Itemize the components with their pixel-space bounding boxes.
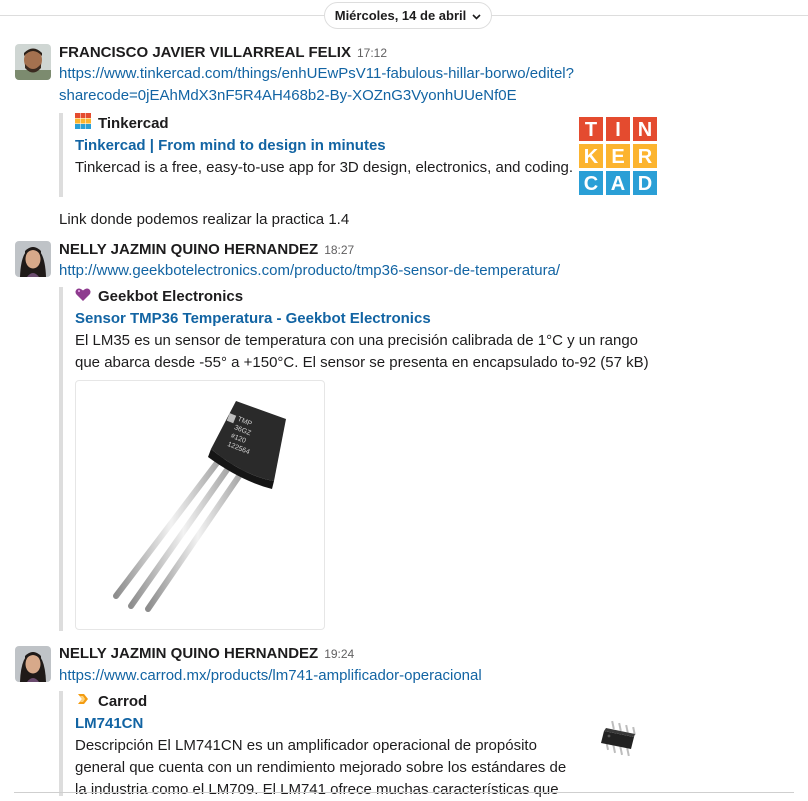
tinkercad-logo-letter: K bbox=[584, 146, 599, 168]
attachment-description-text: que abarca desde -55° a +150°C. El senso… bbox=[75, 354, 649, 371]
attachment-description: Tinkercad is a free, easy-to-use app for… bbox=[75, 159, 574, 176]
message-timestamp[interactable]: 17:12 bbox=[357, 46, 387, 60]
attachment-description-line3: la industria como el LM709. El LM741 ofr… bbox=[75, 781, 559, 798]
link-attachment-carrod: Carrod LM741CN Descripción El LM741CN es… bbox=[59, 691, 663, 798]
attachment-title-link[interactable]: LM741CN bbox=[75, 713, 575, 735]
author-name[interactable]: FRANCISCO JAVIER VILLARREAL FELIX bbox=[59, 44, 351, 61]
composer-top-border bbox=[14, 792, 794, 793]
attachment-title-link[interactable]: Sensor TMP36 Temperatura - Geekbot Elect… bbox=[75, 308, 660, 330]
date-divider-label: Miércoles, 14 de abril bbox=[334, 8, 467, 23]
attachment-description-line2: general que cuenta con un rendimiento me… bbox=[75, 759, 567, 776]
carrod-favicon-icon bbox=[75, 691, 91, 711]
avatar[interactable] bbox=[15, 44, 51, 80]
attachment-service: Geekbot Electronics bbox=[75, 287, 660, 306]
message-author[interactable]: NELLY JAZMIN QUINO HERNANDEZ 19:24 bbox=[59, 645, 354, 662]
attachment-service: Tinkercad bbox=[75, 113, 573, 133]
message-link[interactable]: https://www.carrod.mx/products/lm741-amp… bbox=[59, 665, 619, 687]
attachment-description-line1: Descripción El LM741CN es un amplificado… bbox=[75, 737, 537, 754]
message-timestamp[interactable]: 18:27 bbox=[324, 243, 354, 257]
attachment-image-tmp36[interactable]: TMP 36GZ #120 122564 bbox=[75, 380, 325, 630]
carrod-link[interactable]: https://www.carrod.mx/products/lm741-amp… bbox=[59, 667, 482, 684]
tinkercad-link-line2[interactable]: sharecode=0jEAhMdX3nF5R4AH468b2-By-XOZnG… bbox=[59, 87, 517, 104]
service-name: Tinkercad bbox=[98, 114, 169, 132]
attachment-thumbnail-lm741[interactable] bbox=[598, 717, 640, 762]
tinkercad-logo-letter: T bbox=[585, 119, 597, 141]
message-link[interactable]: http://www.geekbotelectronics.com/produc… bbox=[59, 260, 679, 282]
attachment-title-link[interactable]: Tinkercad | From mind to design in minut… bbox=[75, 135, 573, 157]
message-text: Link donde podemos realizar la practica … bbox=[59, 211, 350, 228]
tinkercad-link-line1[interactable]: https://www.tinkercad.com/things/enhUEwP… bbox=[59, 65, 574, 82]
avatar[interactable] bbox=[15, 241, 51, 277]
attachment-description-line1: El LM35 es un sensor de temperatura con … bbox=[75, 332, 638, 349]
date-divider-button[interactable]: Miércoles, 14 de abril bbox=[324, 2, 492, 29]
message-link[interactable]: https://www.tinkercad.com/things/enhUEwP… bbox=[59, 63, 619, 107]
tinkercad-logo-letter: E bbox=[611, 146, 624, 168]
tinkercad-favicon-icon bbox=[75, 113, 91, 133]
author-name[interactable]: NELLY JAZMIN QUINO HERNANDEZ bbox=[59, 645, 318, 662]
heart-icon bbox=[75, 287, 91, 306]
message-author[interactable]: NELLY JAZMIN QUINO HERNANDEZ 18:27 bbox=[59, 241, 354, 258]
tinkercad-logo-letter: N bbox=[638, 119, 652, 141]
avatar[interactable] bbox=[15, 646, 51, 682]
tinkercad-logo-letter: A bbox=[611, 173, 625, 195]
tinkercad-logo-letter: R bbox=[638, 146, 653, 168]
geekbot-link[interactable]: http://www.geekbotelectronics.com/produc… bbox=[59, 262, 560, 279]
message-author[interactable]: FRANCISCO JAVIER VILLARREAL FELIX 17:12 bbox=[59, 44, 387, 61]
tinkercad-logo-letter: C bbox=[584, 173, 598, 195]
tinkercad-logo-letter: D bbox=[638, 173, 652, 195]
service-name: Geekbot Electronics bbox=[98, 288, 244, 305]
tinkercad-logo-thumbnail[interactable]: TIN KER CAD bbox=[578, 116, 660, 201]
service-name: Carrod bbox=[98, 692, 148, 710]
author-name[interactable]: NELLY JAZMIN QUINO HERNANDEZ bbox=[59, 241, 318, 258]
tinkercad-logo-letter: I bbox=[615, 119, 621, 141]
attachment-service: Carrod bbox=[75, 691, 575, 711]
message-timestamp[interactable]: 19:24 bbox=[324, 647, 354, 661]
chevron-down-icon bbox=[472, 8, 481, 23]
